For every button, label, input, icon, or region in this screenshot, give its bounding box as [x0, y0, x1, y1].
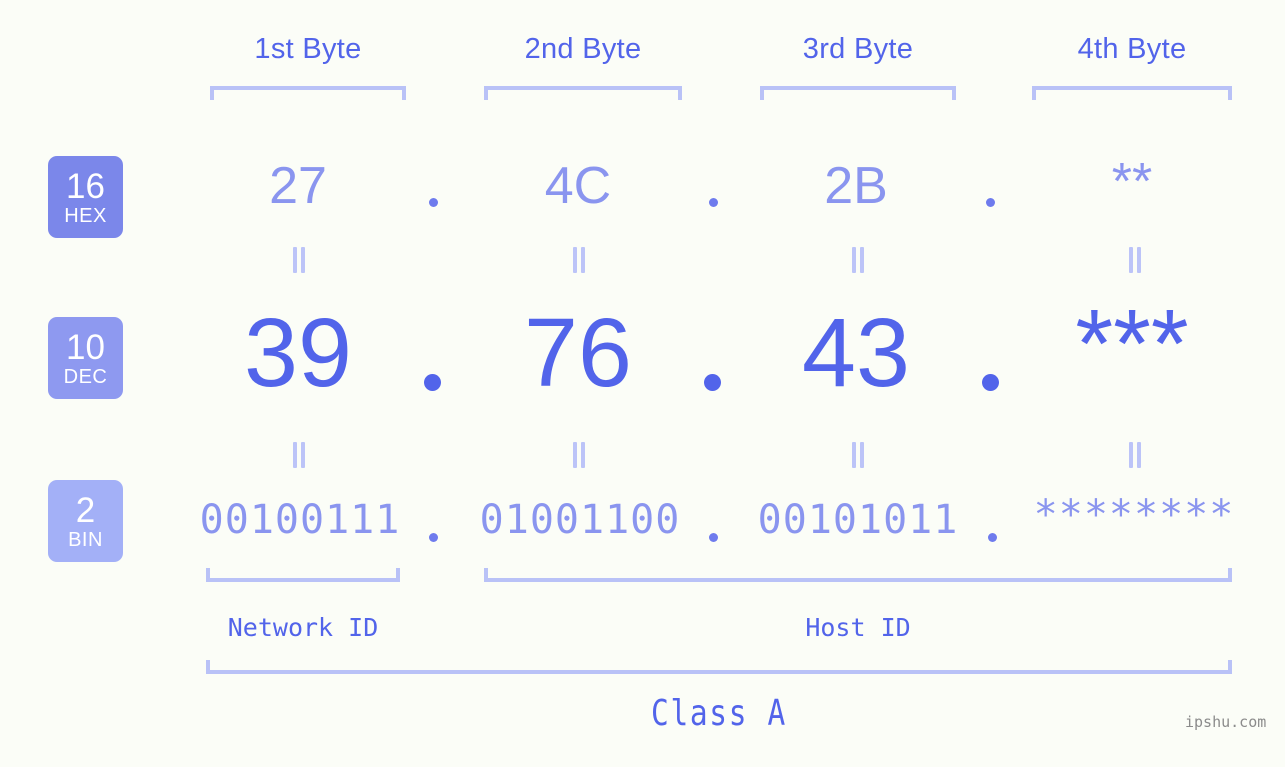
- byte-header-4: 4th Byte: [1077, 33, 1187, 65]
- byte-bracket-top-4: [1032, 86, 1232, 100]
- base-badge-hex-label: HEX: [64, 204, 107, 227]
- base-badge-hex-number: 16: [66, 166, 105, 206]
- base-badge-dec-number: 10: [66, 327, 105, 367]
- network-id-label: Network ID: [227, 613, 379, 642]
- watermark: ipshu.com: [1185, 713, 1267, 731]
- byte-header-1: 1st Byte: [254, 33, 362, 65]
- host-id-label: Host ID: [805, 613, 911, 642]
- dec-byte-2-value: 76: [524, 298, 632, 407]
- dec-separator-dot-2: [704, 374, 721, 391]
- bin-byte-3-value: 00101011: [757, 497, 959, 543]
- equality-mark-dec-bin-2: [572, 442, 586, 468]
- dec-byte-4-value: ***: [1075, 289, 1189, 398]
- hex-byte-1-value: 27: [269, 157, 327, 215]
- byte-bracket-top-1: [210, 86, 406, 100]
- bin-separator-dot-3: [988, 533, 997, 542]
- class-label: Class A: [651, 693, 787, 734]
- network-id-bracket: [206, 568, 400, 582]
- bin-byte-4-value: ********: [1033, 492, 1235, 538]
- base-badge-bin-label: BIN: [68, 528, 103, 551]
- equality-mark-hex-dec-2: [572, 247, 586, 273]
- class-bracket: [206, 660, 1232, 674]
- host-id-bracket: [484, 568, 1232, 582]
- equality-mark-hex-dec-4: [1128, 247, 1142, 273]
- byte-bracket-top-3: [760, 86, 956, 100]
- dec-separator-dot-1: [424, 374, 441, 391]
- hex-byte-3-value: 2B: [824, 157, 888, 215]
- base-badge-hex[interactable]: 16 HEX: [48, 156, 123, 238]
- ip-address-breakdown-diagram: 1st Byte 2nd Byte 3rd Byte 4th Byte 16 H…: [0, 0, 1285, 767]
- base-badge-dec-label: DEC: [63, 365, 108, 388]
- byte-header-3: 3rd Byte: [802, 33, 914, 65]
- base-badge-dec[interactable]: 10 DEC: [48, 317, 123, 399]
- hex-byte-4-value: **: [1111, 153, 1153, 211]
- base-badge-bin-number: 2: [75, 490, 96, 530]
- bin-separator-dot-2: [709, 533, 718, 542]
- equality-mark-dec-bin-3: [851, 442, 865, 468]
- byte-header-2: 2nd Byte: [524, 33, 642, 65]
- equality-mark-hex-dec-3: [851, 247, 865, 273]
- bin-separator-dot-1: [429, 533, 438, 542]
- bin-byte-2-value: 01001100: [479, 497, 681, 543]
- hex-separator-dot-1: [429, 198, 438, 207]
- hex-separator-dot-3: [986, 198, 995, 207]
- equality-mark-hex-dec-1: [292, 247, 306, 273]
- hex-byte-2-value: 4C: [544, 157, 612, 215]
- base-badge-bin[interactable]: 2 BIN: [48, 480, 123, 562]
- byte-bracket-top-2: [484, 86, 682, 100]
- dec-byte-1-value: 39: [244, 298, 352, 407]
- dec-separator-dot-3: [982, 374, 999, 391]
- equality-mark-dec-bin-4: [1128, 442, 1142, 468]
- hex-separator-dot-2: [709, 198, 718, 207]
- dec-byte-3-value: 43: [802, 298, 910, 407]
- bin-byte-1-value: 00100111: [199, 497, 401, 543]
- equality-mark-dec-bin-1: [292, 442, 306, 468]
